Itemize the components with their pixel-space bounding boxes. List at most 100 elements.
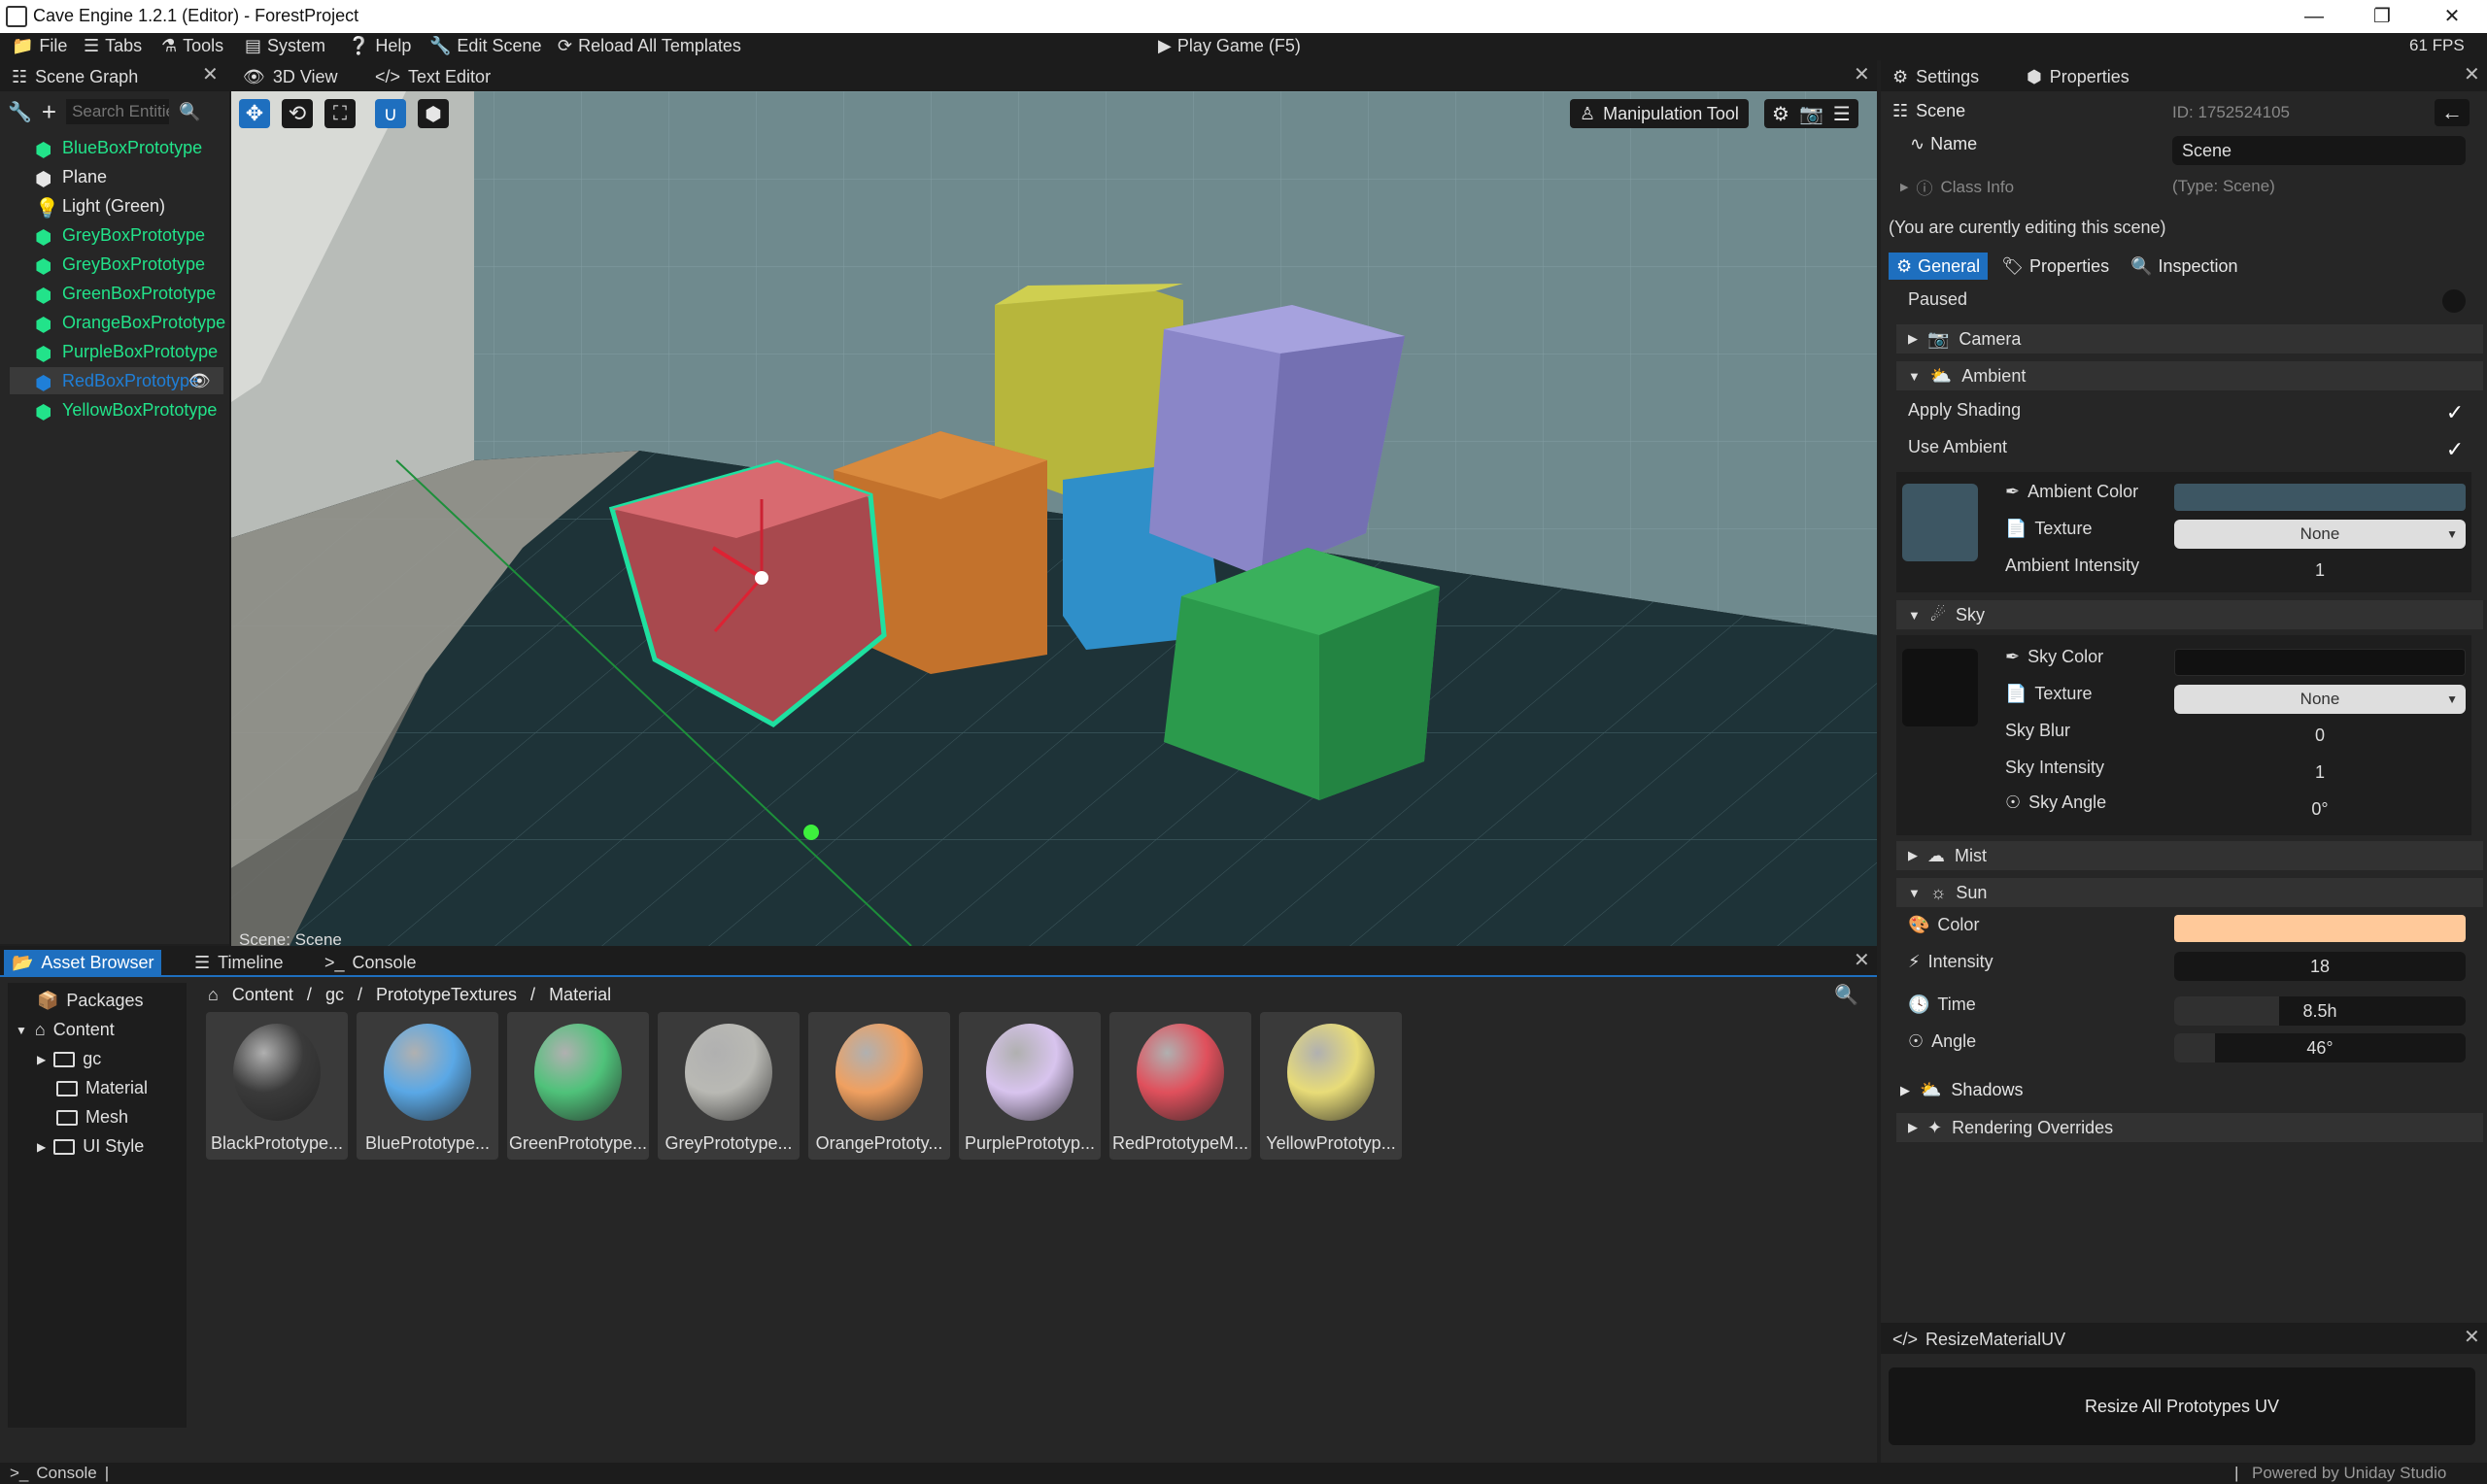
subtab-general[interactable]: ⚙ General	[1889, 253, 1989, 280]
status-console[interactable]: Console	[36, 1464, 96, 1483]
tree-content[interactable]: ▼ ⌂ Content	[16, 1020, 115, 1040]
tree-ui-style[interactable]: ▶ UI Style	[37, 1136, 144, 1157]
close-script-icon[interactable]: ✕	[2464, 1325, 2480, 1349]
sun-angle-slider[interactable]: 46°	[2174, 1033, 2466, 1062]
rotate-tool-icon[interactable]: ⟲	[282, 99, 313, 128]
menu-reload-templates[interactable]: ⟳ Reload All Templates	[558, 36, 741, 56]
scene-graph-entity[interactable]: 💡 Light (Green)	[35, 192, 165, 220]
rendering-overrides-section[interactable]: ▶ ✦ Rendering Overrides	[1896, 1113, 2483, 1142]
tab-scene-graph[interactable]: ☷ Scene Graph	[4, 64, 146, 89]
scene-graph-entity[interactable]: ⬢ OrangeBoxPrototype	[35, 309, 225, 337]
sky-section[interactable]: ▼ ☄ Sky	[1896, 600, 2483, 629]
menu-tabs[interactable]: ☰ Tabs	[84, 36, 142, 56]
scene-name-input[interactable]: Scene	[2172, 136, 2466, 165]
sky-intensity-input[interactable]: 1	[2174, 758, 2466, 787]
gears-icon[interactable]: ⚙	[1772, 102, 1789, 126]
scene-graph-entity[interactable]: ⬢ PurpleBoxPrototype	[35, 338, 218, 366]
sun-color-field[interactable]	[2174, 915, 2466, 942]
tab-resize-material-uv[interactable]: </> ResizeMaterialUV	[1885, 1327, 2073, 1352]
menu-system[interactable]: ▤ System	[245, 36, 325, 56]
tree-mesh[interactable]: Mesh	[56, 1107, 128, 1128]
menu-tools[interactable]: ⚗ Tools	[161, 36, 223, 56]
sky-angle-slider[interactable]: 0°	[2174, 794, 2466, 824]
manipulation-tool-button[interactable]: ♙ Manipulation Tool	[1570, 99, 1749, 128]
breadcrumb-content[interactable]: Content	[232, 985, 293, 1005]
3d-scene-view[interactable]	[231, 91, 1877, 946]
back-arrow-icon[interactable]: ←	[2435, 99, 2470, 126]
scene-graph-entity[interactable]: ⬢ YellowBoxPrototype	[35, 396, 217, 424]
apply-shading-checkbox[interactable]: ✓	[2444, 402, 2466, 423]
material-asset-tile[interactable]: YellowPrototyp...	[1260, 1012, 1402, 1160]
tab-console[interactable]: >_ Console	[317, 950, 425, 975]
shadows-section[interactable]: ▶ ⛅ Shadows	[1900, 1080, 2023, 1100]
material-asset-tile[interactable]: GreenPrototype...	[507, 1012, 649, 1160]
material-asset-tile[interactable]: BlackPrototype...	[206, 1012, 348, 1160]
tree-gc[interactable]: ▶ gc	[37, 1049, 101, 1069]
mist-section[interactable]: ▶ ☁ Mist	[1896, 841, 2483, 870]
scene-graph-entity[interactable]: ⬢ GreyBoxPrototype	[35, 251, 205, 279]
ambient-color-swatch[interactable]	[1902, 484, 1978, 561]
menu-file[interactable]: 📁 File	[12, 36, 67, 56]
play-game-button[interactable]: ▶ Play Game (F5)	[1158, 36, 1301, 56]
sun-time-slider[interactable]: 8.5h	[2174, 996, 2466, 1026]
sky-blur-slider[interactable]: 0	[2174, 721, 2466, 750]
resize-all-prototypes-uv-button[interactable]: Resize All Prototypes UV	[1889, 1367, 2475, 1445]
scene-graph-entity[interactable]: ⬢ Plane	[35, 163, 107, 191]
local-space-cube-icon[interactable]: ⬢	[418, 99, 449, 128]
close-viewport-icon[interactable]: ✕	[1854, 62, 1870, 86]
material-asset-tile[interactable]: PurplePrototyp...	[959, 1012, 1101, 1160]
tab-properties[interactable]: ⬢ Properties	[2019, 64, 2137, 89]
tab-text-editor[interactable]: </> Text Editor	[367, 64, 498, 89]
snap-magnet-icon[interactable]: ∪	[375, 99, 406, 128]
camera-icon[interactable]: 📷	[1799, 102, 1823, 126]
menu-icon[interactable]: ☰	[1833, 102, 1851, 126]
close-asset-browser-icon[interactable]: ✕	[1854, 948, 1870, 972]
material-asset-tile[interactable]: BluePrototype...	[357, 1012, 498, 1160]
tab-timeline[interactable]: ☰ Timeline	[187, 950, 291, 975]
maximize-button[interactable]: ❐	[2353, 0, 2411, 33]
sky-color-field[interactable]	[2174, 649, 2466, 676]
paused-toggle[interactable]	[2442, 289, 2466, 313]
subtab-inspection[interactable]: 🔍 Inspection	[2123, 253, 2245, 280]
camera-section[interactable]: ▶ 📷 Camera	[1896, 324, 2483, 354]
minimize-button[interactable]: —	[2285, 0, 2343, 33]
light-marker[interactable]	[803, 825, 819, 840]
tab-asset-browser[interactable]: 📂 Asset Browser	[4, 950, 162, 975]
breadcrumb-material[interactable]: Material	[549, 985, 611, 1005]
wrench-icon[interactable]: 🔧	[8, 100, 32, 124]
sun-intensity-input[interactable]: 18	[2174, 952, 2466, 981]
menu-help[interactable]: ❔ Help	[348, 36, 411, 56]
material-asset-tile[interactable]: GreyPrototype...	[658, 1012, 800, 1160]
zoom-icon[interactable]: 🔍	[1834, 983, 1858, 1007]
scene-graph-entity[interactable]: ⬢ RedBoxPrototype 👁	[10, 367, 223, 394]
material-asset-tile[interactable]: OrangePrototy...	[808, 1012, 950, 1160]
sky-texture-select[interactable]: None ▼	[2174, 685, 2466, 714]
scale-tool-icon[interactable]: ⛶	[324, 99, 356, 128]
scene-graph-entity[interactable]: ⬢ BlueBoxPrototype	[35, 134, 202, 162]
close-settings-icon[interactable]: ✕	[2464, 62, 2480, 86]
tab-settings[interactable]: ⚙ Settings	[1885, 64, 1987, 89]
add-entity-icon[interactable]: +	[42, 97, 56, 127]
subtab-properties[interactable]: 🏷 Properties	[1993, 253, 2117, 280]
search-entities-input[interactable]	[66, 99, 170, 124]
search-icon[interactable]: 🔍	[179, 102, 200, 122]
close-scene-graph-icon[interactable]: ✕	[202, 62, 219, 86]
material-asset-tile[interactable]: RedPrototypeM...	[1109, 1012, 1251, 1160]
sky-color-swatch[interactable]	[1902, 649, 1978, 726]
use-ambient-checkbox[interactable]: ✓	[2444, 439, 2466, 460]
sun-section[interactable]: ▼ ☼ Sun	[1896, 878, 2483, 907]
tree-material[interactable]: Material	[56, 1078, 148, 1098]
breadcrumb-gc[interactable]: gc	[325, 985, 344, 1005]
ambient-color-field[interactable]	[2174, 484, 2466, 511]
class-info-toggle[interactable]: ▶ ⓘ Class Info	[1900, 175, 2014, 199]
close-window-button[interactable]: ✕	[2423, 0, 2481, 33]
ambient-intensity-input[interactable]: 1	[2174, 556, 2466, 585]
ambient-texture-select[interactable]: None ▼	[2174, 520, 2466, 549]
tree-packages[interactable]: 📦 Packages	[37, 991, 143, 1011]
tab-3d-view[interactable]: 👁 3D View	[235, 64, 346, 89]
menu-edit-scene[interactable]: 🔧 Edit Scene	[429, 36, 541, 56]
scene-graph-entity[interactable]: ⬢ GreenBoxPrototype	[35, 280, 216, 308]
scene-graph-entity[interactable]: ⬢ GreyBoxPrototype	[35, 221, 205, 250]
gizmo-pivot[interactable]	[755, 571, 768, 585]
breadcrumb-prototype-textures[interactable]: PrototypeTextures	[376, 985, 517, 1005]
